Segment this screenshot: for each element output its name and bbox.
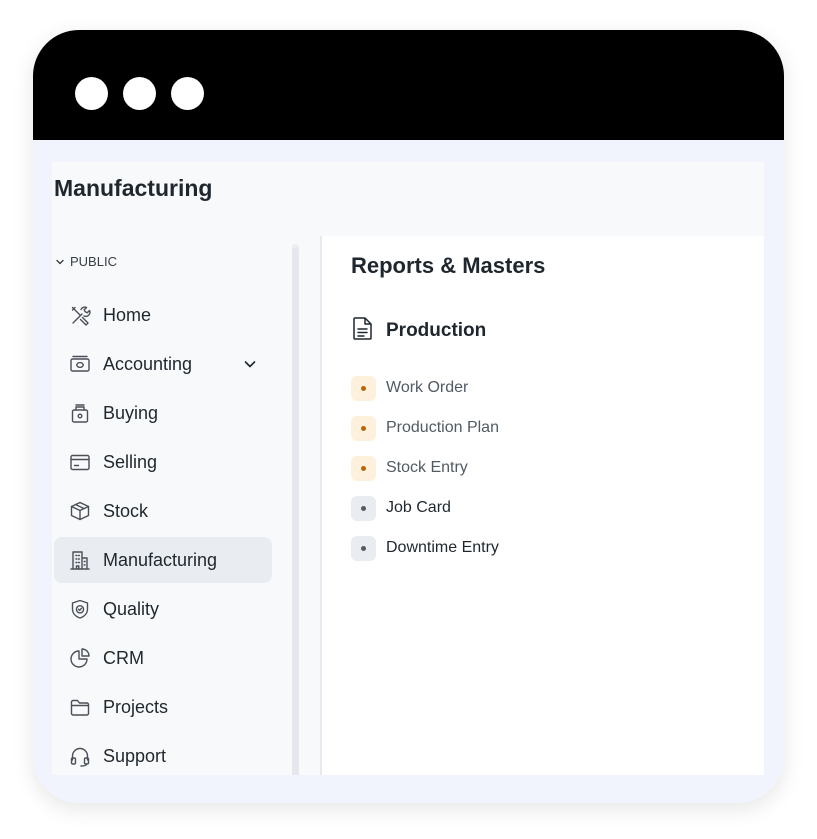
bag-icon [69, 402, 91, 424]
link-production-plan[interactable]: Production Plan [351, 408, 499, 448]
sidebar-item-label: Manufacturing [103, 549, 218, 570]
sidebar-item-label: Support [103, 745, 167, 766]
sidebar-item-buying[interactable]: Buying [54, 390, 272, 436]
sidebar-item-label: Buying [103, 402, 159, 423]
browser-window: Manufacturing PUBLIC Home Accounting Buyin… [33, 30, 784, 803]
pie-chart-icon [69, 647, 91, 669]
headphones-icon [69, 745, 91, 767]
building-icon [69, 549, 91, 571]
sidebar-item-label: Accounting [103, 353, 193, 374]
chevron-down-icon [56, 259, 64, 264]
main-panel: Reports & Masters Production Work Order P… [320, 236, 764, 775]
sidebar-section-public[interactable]: PUBLIC [55, 254, 117, 269]
sidebar-section-label: PUBLIC [70, 254, 117, 269]
window-minimize-dot[interactable] [123, 77, 156, 110]
sidebar-item-label: Selling [103, 451, 158, 472]
link-label: Job Card [386, 499, 451, 516]
sidebar-item-manufacturing[interactable]: Manufacturing [54, 537, 272, 583]
link-label: Stock Entry [386, 459, 468, 476]
window-titlebar [33, 30, 784, 140]
sidebar-item-label: CRM [103, 647, 144, 668]
document-icon [351, 316, 374, 346]
link-bullet-icon [351, 495, 376, 521]
sidebar-item-projects[interactable]: Projects [54, 684, 272, 730]
window-maximize-dot[interactable] [171, 77, 204, 110]
section-title: Reports & Masters [351, 253, 546, 278]
link-label: Work Order [386, 379, 469, 396]
sidebar: PUBLIC Home Accounting Buying Selling Stock M… [52, 236, 292, 775]
link-bullet-icon [351, 535, 376, 561]
link-label: Downtime Entry [386, 539, 499, 556]
sidebar-item-selling[interactable]: Selling [54, 439, 272, 485]
folder-icon [69, 696, 91, 718]
sidebar-item-crm[interactable]: CRM [54, 635, 272, 681]
link-bullet-icon [351, 375, 376, 401]
sidebar-item-label: Quality [103, 598, 160, 619]
tools-icon [69, 304, 91, 326]
sidebar-item-home[interactable]: Home [54, 292, 272, 338]
card-header: Production [351, 316, 486, 346]
money-icon [69, 353, 91, 375]
sidebar-item-accounting[interactable]: Accounting [54, 341, 272, 387]
sidebar-item-label: Home [103, 304, 152, 325]
link-job-card[interactable]: Job Card [351, 488, 499, 528]
card-links: Work Order Production Plan Stock Entry Job … [351, 368, 499, 568]
sidebar-item-quality[interactable]: Quality [54, 586, 272, 632]
box-icon [69, 500, 91, 522]
link-work-order[interactable]: Work Order [351, 368, 499, 408]
sidebar-item-label: Stock [103, 500, 149, 521]
sidebar-nav: Home Accounting Buying Selling Stock Manufact… [54, 292, 272, 775]
chevron-down-icon[interactable] [242, 356, 258, 377]
link-downtime-entry[interactable]: Downtime Entry [351, 528, 499, 568]
card-icon [69, 451, 91, 473]
app-content: Manufacturing PUBLIC Home Accounting Buyin… [52, 162, 764, 775]
shield-check-icon [69, 598, 91, 620]
sidebar-item-label: Projects [103, 696, 169, 717]
window-close-dot[interactable] [75, 77, 108, 110]
link-stock-entry[interactable]: Stock Entry [351, 448, 499, 488]
link-bullet-icon [351, 415, 376, 441]
card-title: Production [386, 320, 487, 341]
link-bullet-icon [351, 455, 376, 481]
page-title: Manufacturing [54, 175, 213, 201]
link-label: Production Plan [386, 419, 499, 436]
sidebar-item-stock[interactable]: Stock [54, 488, 272, 534]
sidebar-item-support[interactable]: Support [54, 733, 272, 775]
sidebar-scrollbar[interactable] [292, 248, 299, 775]
